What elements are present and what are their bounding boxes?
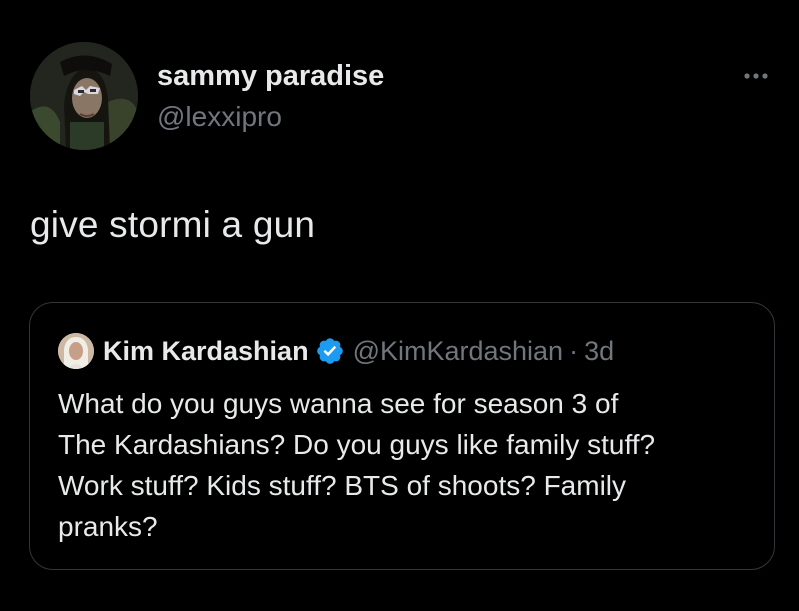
quoted-author-handle[interactable]: @KimKardashian bbox=[353, 336, 564, 367]
more-dots-icon bbox=[744, 73, 768, 79]
quoted-tweet-header: Kim Kardashian @KimKardashian · 3d bbox=[58, 333, 614, 369]
quoted-tweet-timestamp[interactable]: 3d bbox=[584, 336, 614, 367]
quoted-tweet-text: What do you guys wanna see for season 3 … bbox=[58, 383, 758, 547]
quoted-text-line: What do you guys wanna see for season 3 … bbox=[58, 388, 619, 419]
quoted-text-line: The Kardashians? Do you guys like family… bbox=[58, 429, 656, 460]
tweet-text: give stormi a gun bbox=[30, 204, 316, 245]
quoted-tweet-card[interactable]: Kim Kardashian @KimKardashian · 3d What … bbox=[29, 302, 775, 570]
quoted-avatar-photo-icon bbox=[58, 333, 94, 369]
more-options-button[interactable] bbox=[738, 64, 774, 88]
avatar-photo-icon bbox=[30, 42, 138, 150]
author-avatar[interactable] bbox=[30, 42, 138, 150]
quoted-text-line: pranks? bbox=[58, 511, 158, 542]
quoted-text-line: Work stuff? Kids stuff? BTS of shoots? F… bbox=[58, 470, 627, 501]
tweet: sammy paradise @lexxipro give stormi a g… bbox=[0, 0, 799, 611]
verified-badge-icon bbox=[316, 338, 343, 364]
timestamp-separator: · bbox=[569, 335, 579, 366]
quoted-author-display-name[interactable]: Kim Kardashian bbox=[103, 336, 309, 367]
author-handle[interactable]: @lexxipro bbox=[157, 101, 282, 133]
author-display-name[interactable]: sammy paradise bbox=[157, 60, 384, 93]
quoted-author-avatar[interactable] bbox=[58, 333, 94, 369]
